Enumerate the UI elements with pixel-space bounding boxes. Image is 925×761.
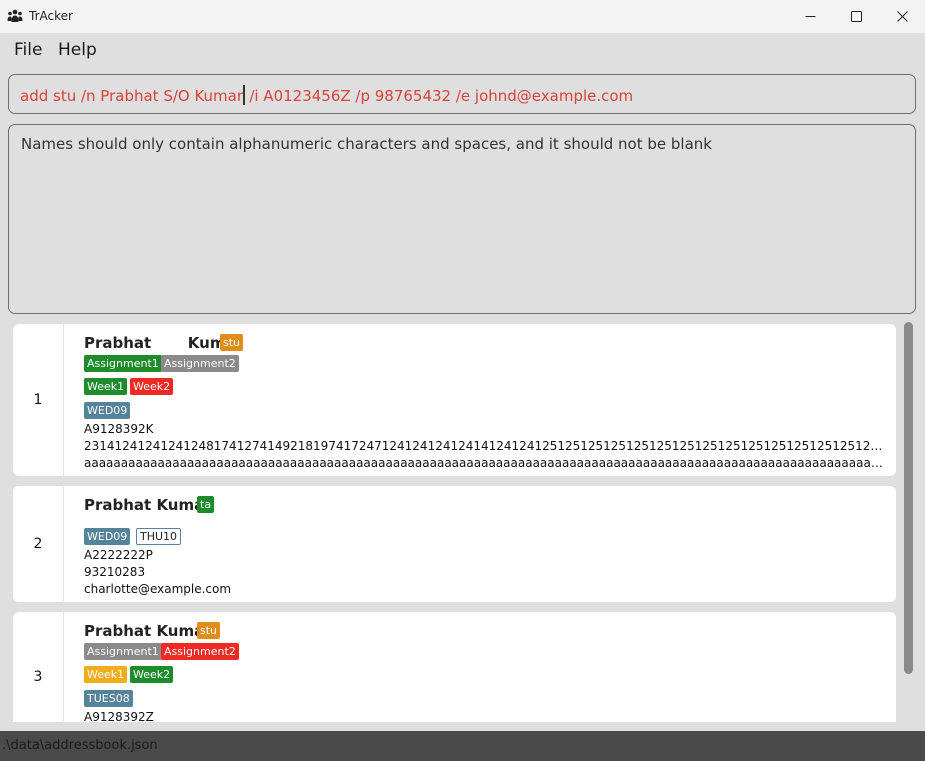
title-bar: TrAcker	[0, 0, 925, 33]
person-name: Prabhat Kumar	[84, 622, 212, 640]
person-index: 1	[13, 324, 64, 476]
person-name: Prabhat Kumar	[84, 496, 212, 514]
text-caret	[243, 85, 245, 105]
person-email: charlotte@example.com	[84, 582, 232, 596]
person-index: 3	[13, 612, 64, 722]
maximize-button[interactable]	[833, 0, 879, 33]
person-id: A9128392K	[84, 422, 154, 436]
maximize-icon	[850, 11, 862, 22]
menu-file[interactable]: File	[14, 40, 42, 60]
assignment-tag: Assignment1	[84, 355, 162, 372]
menu-help[interactable]: Help	[58, 40, 97, 60]
assignment-tag: Assignment2	[161, 643, 239, 660]
command-input[interactable]: add stu /n Prabhat S/O Kumar /i A0123456…	[8, 74, 916, 114]
person-email: aaaaaaaaaaaaaaaaaaaaaaaaaaaaaaaaaaaaaaaa…	[84, 456, 887, 470]
list-scrollbar[interactable]	[904, 322, 913, 674]
minimize-button[interactable]	[787, 0, 833, 33]
people-group-icon	[7, 9, 23, 22]
window-title: TrAcker	[29, 9, 73, 23]
assignment-tag: Assignment2	[161, 355, 239, 372]
tutorial-tag: TUES08	[84, 690, 133, 707]
person-index: 2	[13, 486, 64, 602]
person-id: A2222222P	[84, 548, 153, 562]
minimize-icon	[805, 16, 815, 17]
close-button[interactable]	[879, 0, 925, 33]
status-bar: .\data\addressbook.json	[0, 731, 925, 761]
person-card[interactable]: 1 Prabhat Kumar stu Assignment1 Assignme…	[13, 324, 896, 476]
week-tag: Week2	[130, 378, 174, 395]
tutorial-tag: WED09	[84, 528, 131, 545]
command-value: add stu /n Prabhat S/O Kumar	[20, 87, 244, 105]
role-tag: stu	[197, 622, 221, 639]
menu-bar: File Help	[0, 33, 925, 67]
assignment-tag: Assignment1	[84, 643, 162, 660]
role-tag: stu	[220, 334, 244, 351]
week-tag: Week1	[84, 378, 128, 395]
person-phone: 2314124124124124817412741492181974172471…	[84, 439, 887, 453]
person-list[interactable]: 1 Prabhat Kumar stu Assignment1 Assignme…	[8, 318, 916, 722]
result-message: Names should only contain alphanumeric c…	[21, 135, 712, 153]
command-text: add stu /n Prabhat S/O Kumar /i A0123456…	[20, 85, 633, 105]
week-tag: Week2	[130, 666, 174, 683]
tutorial-tag: WED09	[84, 402, 131, 419]
person-card[interactable]: 3 Prabhat Kumar stu Assignment1 Assignme…	[13, 612, 896, 722]
file-path: .\data\addressbook.json	[2, 738, 158, 753]
close-icon	[896, 11, 908, 22]
role-tag: ta	[197, 496, 215, 513]
person-phone: 93210283	[84, 565, 146, 579]
tutorial-tag: THU10	[136, 528, 182, 545]
person-card[interactable]: 2 Prabhat Kumar ta WED09 THU10 A2222222P…	[13, 486, 896, 602]
week-tag: Week1	[84, 666, 128, 683]
result-display[interactable]: Names should only contain alphanumeric c…	[8, 124, 916, 314]
person-id: A9128392Z	[84, 710, 154, 722]
command-value-rest: /i A0123456Z /p 98765432 /e johnd@exampl…	[249, 87, 634, 105]
